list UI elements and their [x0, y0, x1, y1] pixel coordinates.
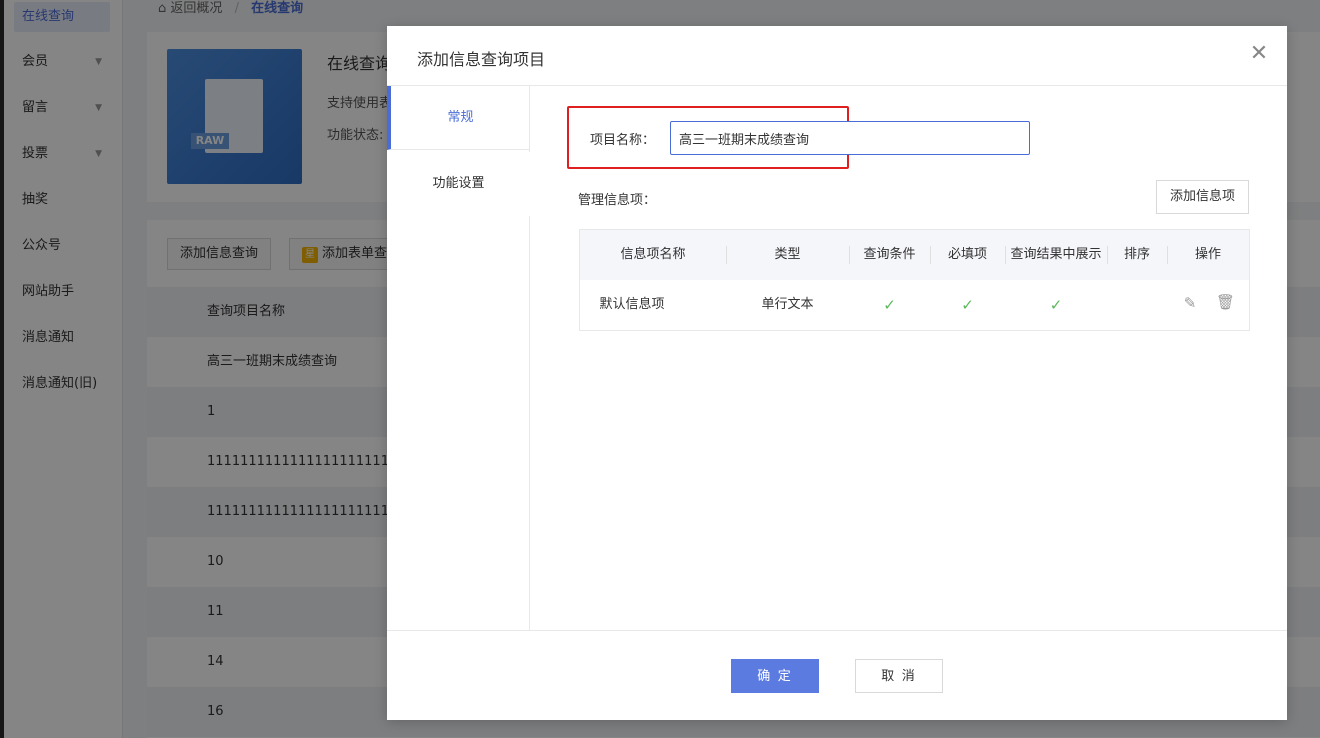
dialog-header: 添加信息查询项目 ✕: [387, 26, 1287, 86]
cancel-button[interactable]: 取 消: [855, 659, 943, 693]
col-header-query-condition: 查询条件: [863, 247, 916, 262]
col-header-actions: 操作: [1194, 247, 1221, 262]
close-icon[interactable]: ✕: [1247, 42, 1271, 66]
col-header-sort: 排序: [1123, 247, 1150, 262]
confirm-button[interactable]: 确 定: [731, 659, 819, 693]
edit-icon[interactable]: ✎: [1181, 294, 1199, 312]
trash-icon[interactable]: 🗑: [1216, 293, 1235, 311]
cell-item-name: 默认信息项: [599, 297, 665, 312]
dialog-tabs: 常规 功能设置: [387, 86, 530, 630]
project-name-label: 项目名称：: [590, 133, 656, 148]
tab-general[interactable]: 常规: [387, 86, 530, 150]
col-header-name: 信息项名称: [620, 247, 686, 262]
cell-item-type: 单行文本: [761, 297, 814, 312]
check-icon: ✓: [961, 296, 974, 314]
table-header: 信息项名称 类型 查询条件 必填项 查询结果中展示 排序 操作: [580, 230, 1249, 280]
add-info-item-button[interactable]: 添加信息项: [1155, 180, 1249, 214]
tab-feature-settings[interactable]: 功能设置: [387, 152, 530, 216]
dialog-content: 项目名称： 管理信息项： 添加信息项 信息项名称 类型 查询条件 必填项 查询结…: [530, 86, 1287, 630]
col-header-required: 必填项: [947, 247, 987, 262]
manage-items-label: 管理信息项：: [578, 193, 657, 208]
project-name-input[interactable]: [670, 121, 1030, 155]
add-query-dialog: 添加信息查询项目 ✕ 常规 功能设置 项目名称： 管理信息项： 添加信息项 信息…: [387, 26, 1287, 720]
dialog-footer: 确 定 取 消: [387, 630, 1287, 720]
check-icon: ✓: [1049, 296, 1063, 314]
col-header-type: 类型: [774, 247, 801, 262]
cell-sort: [1107, 280, 1167, 330]
col-header-show-in-result: 查询结果中展示: [1010, 247, 1102, 262]
dialog-title: 添加信息查询项目: [417, 50, 546, 69]
check-icon: ✓: [883, 296, 896, 314]
info-items-table: 信息项名称 类型 查询条件 必填项 查询结果中展示 排序 操作 默认信息项 单行…: [579, 229, 1250, 331]
